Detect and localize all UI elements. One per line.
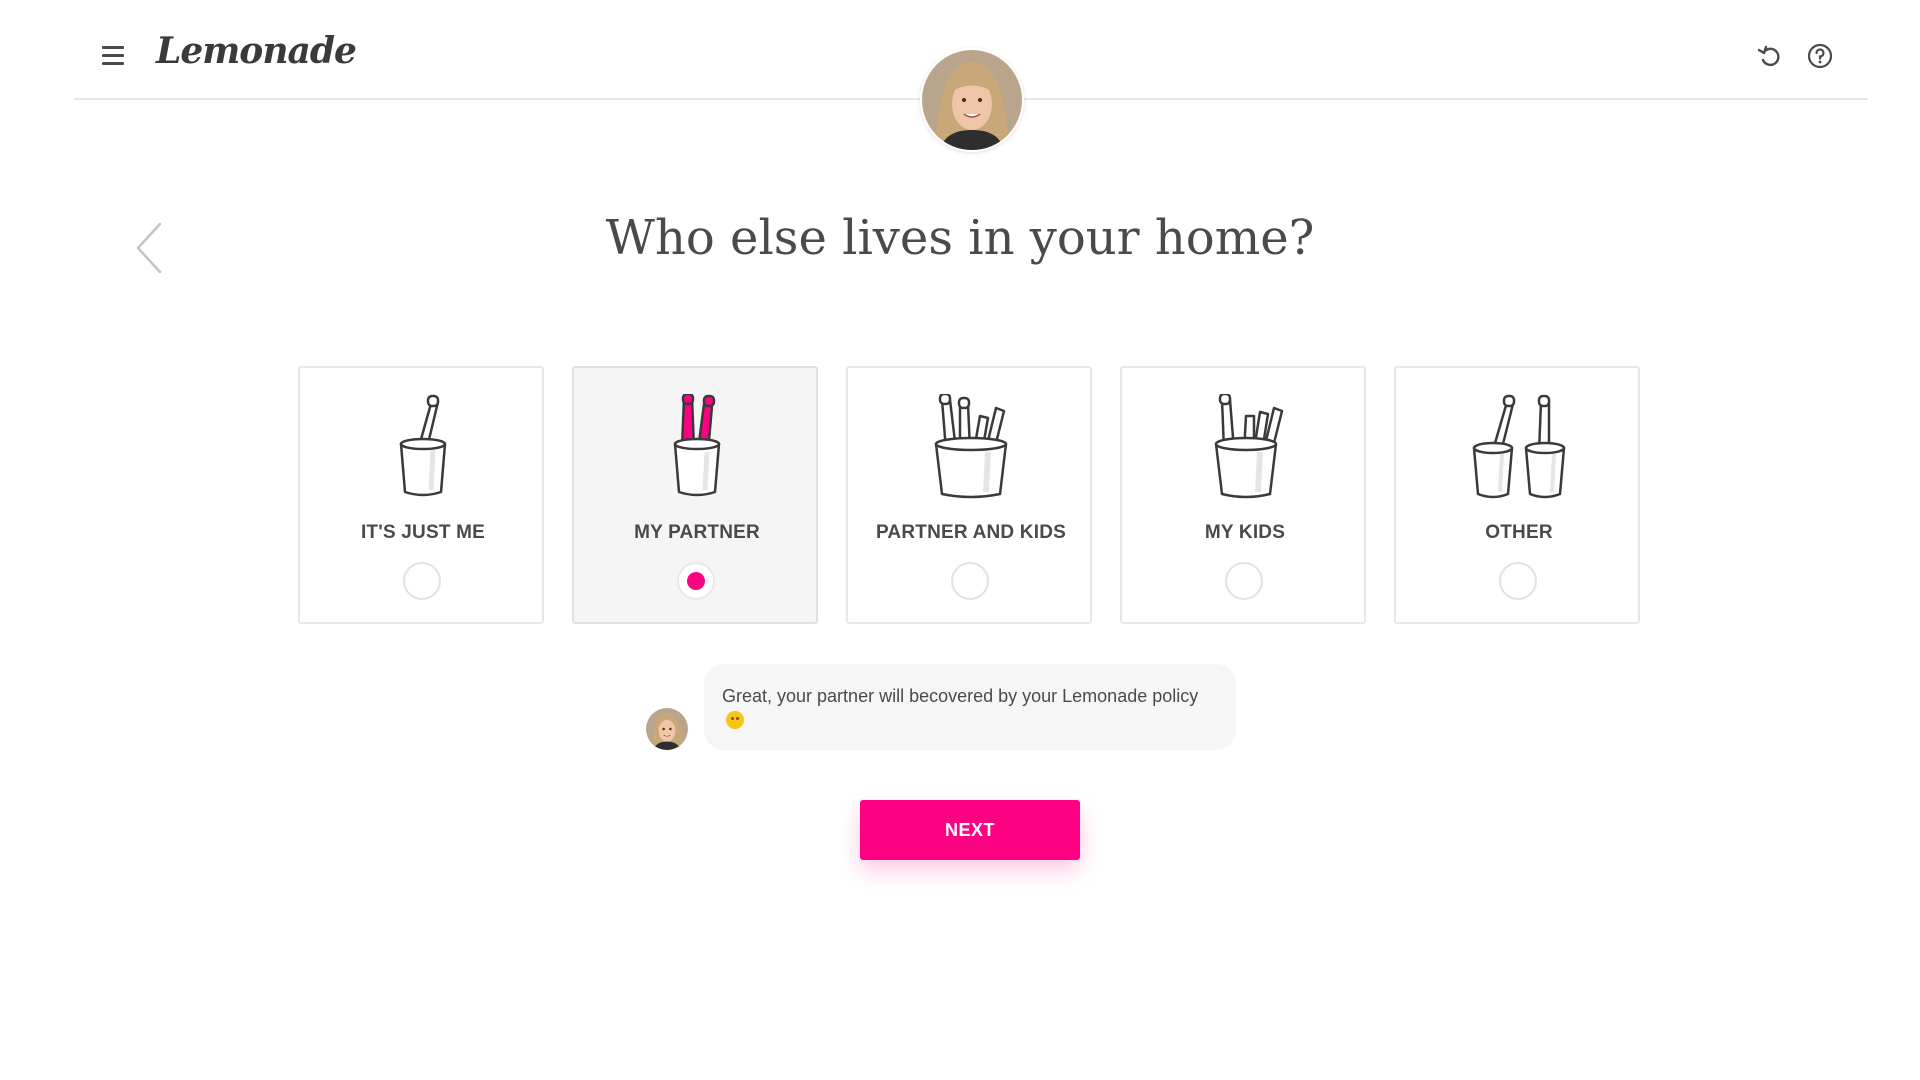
smiley-emoji-icon <box>726 711 744 729</box>
option-card-partner-and-kids[interactable]: PARTNER AND KIDS <box>846 366 1092 624</box>
kids-toothbrushes-cup-icon <box>1214 394 1284 499</box>
agent-avatar <box>920 48 1024 152</box>
lemonade-logo[interactable]: Lemonade <box>156 30 357 72</box>
undo-icon[interactable] <box>1756 42 1784 70</box>
option-label: OTHER <box>1485 522 1553 543</box>
option-label: MY PARTNER <box>634 522 760 543</box>
next-button[interactable]: NEXT <box>860 800 1080 860</box>
option-radio-selected[interactable] <box>677 562 715 600</box>
help-circle-icon[interactable] <box>1806 42 1834 70</box>
option-label: PARTNER AND KIDS <box>875 522 1067 543</box>
chat-message-bubble: Great, your partner will becovered by yo… <box>704 664 1236 750</box>
question-title: Who else lives in your home? <box>605 210 1315 266</box>
option-card-my-kids[interactable]: MY KIDS <box>1120 366 1366 624</box>
option-radio[interactable] <box>1499 562 1537 600</box>
chat-message-text: Great, your partner will becovered by yo… <box>722 686 1199 706</box>
page: Lemonade Who else lives in your home? IT… <box>0 0 1920 1080</box>
hamburger-menu-icon[interactable] <box>102 46 124 65</box>
option-card-my-partner[interactable]: MY PARTNER <box>572 366 818 624</box>
option-radio[interactable] <box>951 562 989 600</box>
family-toothbrushes-cup-icon <box>934 394 1008 499</box>
two-toothbrush-cups-icon <box>1472 394 1566 499</box>
option-label: MY KIDS <box>1204 522 1286 543</box>
two-toothbrushes-cup-icon <box>673 394 721 497</box>
option-radio[interactable] <box>403 562 441 600</box>
option-label: IT'S JUST ME <box>360 522 486 543</box>
household-options: IT'S JUST ME MY PARTNER PARTNER AND KIDS… <box>298 366 1642 628</box>
option-card-other[interactable]: OTHER <box>1394 366 1640 624</box>
option-card-just-me[interactable]: IT'S JUST ME <box>298 366 544 624</box>
single-toothbrush-cup-icon <box>399 394 447 497</box>
agent-chat-avatar <box>646 708 688 750</box>
option-radio[interactable] <box>1225 562 1263 600</box>
radio-selected-dot <box>687 572 705 590</box>
